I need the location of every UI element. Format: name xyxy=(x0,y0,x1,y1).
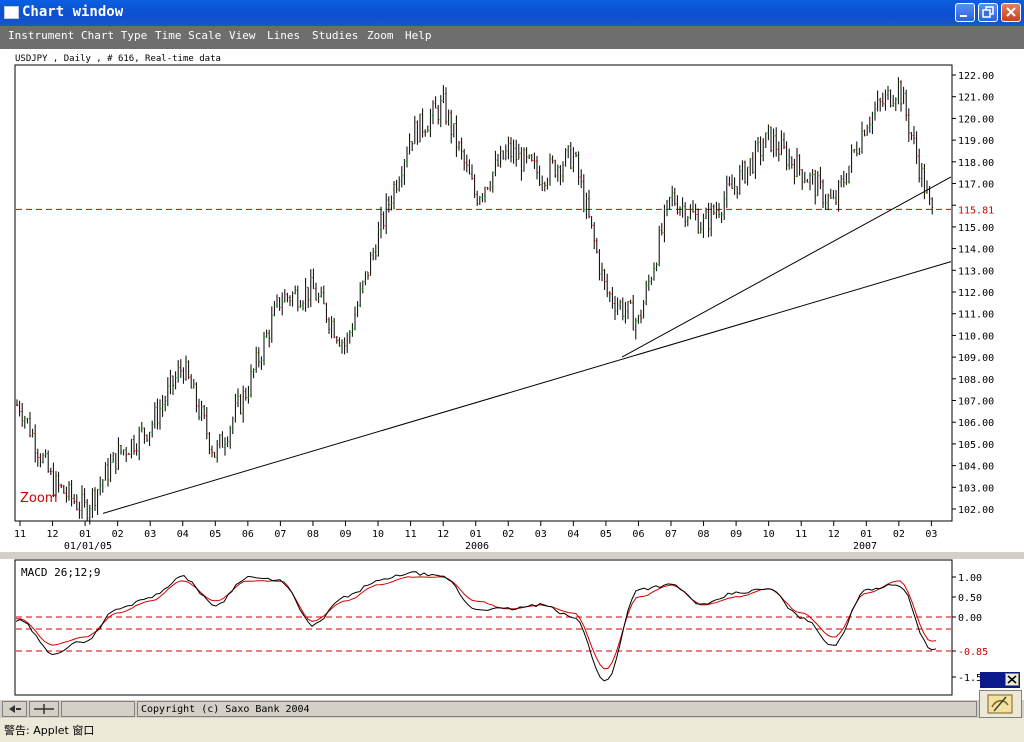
trendline-long xyxy=(102,261,952,514)
time-tick-label: 01 xyxy=(79,529,91,540)
time-tick-label: 07 xyxy=(665,529,677,540)
macd-signal-line xyxy=(15,576,937,670)
time-tick-label: 11 xyxy=(14,529,26,540)
time-tick-label: 06 xyxy=(632,529,644,540)
time-tick-label: 09 xyxy=(730,529,742,540)
price-tick-label: 113.00 xyxy=(958,266,994,277)
scroll-left-button[interactable] xyxy=(2,701,27,717)
time-tick-label: 12 xyxy=(828,529,840,540)
current-price-level: 115.81 xyxy=(16,205,994,216)
time-tick-label: 02 xyxy=(893,529,905,540)
time-tick-label: 12 xyxy=(437,529,449,540)
price-tick-label: 107.00 xyxy=(958,397,994,408)
current-price-label: 115.81 xyxy=(958,205,994,216)
price-tick-label: 110.00 xyxy=(958,331,994,342)
crosshair-button[interactable] xyxy=(29,701,59,717)
year-label: 2006 xyxy=(465,541,489,552)
price-tick-label: 120.00 xyxy=(958,114,994,125)
trendlines[interactable] xyxy=(102,176,952,514)
time-tick-label: 04 xyxy=(177,529,189,540)
macd-axis: 1.00 0.50 0.00 -0.85 -1.5 xyxy=(952,573,988,684)
time-tick-label: 10 xyxy=(763,529,775,540)
macd-tick-label: -0.85 xyxy=(958,647,988,658)
price-tick-label: 121.00 xyxy=(958,93,994,104)
price-tick-label: 106.00 xyxy=(958,418,994,429)
time-tick-label: 02 xyxy=(502,529,514,540)
macd-plot-frame[interactable] xyxy=(14,559,953,696)
price-tick-label: 122.00 xyxy=(958,71,994,82)
zoom-label[interactable]: Zoom xyxy=(20,491,57,506)
time-tick-label: 08 xyxy=(698,529,710,540)
time-tick-label: 07 xyxy=(274,529,286,540)
price-tick-label: 114.00 xyxy=(958,245,994,256)
year-label: 01/01/05 xyxy=(64,541,112,552)
price-tick-label: 108.00 xyxy=(958,375,994,386)
macd-lines xyxy=(15,571,937,682)
time-tick-label: 10 xyxy=(372,529,384,540)
status-bar: 警告: Applet 窗口 xyxy=(0,718,1024,742)
price-tick-label: 102.00 xyxy=(958,505,994,516)
trendline-short xyxy=(621,176,952,358)
price-tick-label: 119.00 xyxy=(958,136,994,147)
time-tick-label: 01 xyxy=(470,529,482,540)
applet-mini-bar xyxy=(980,672,1020,688)
time-tick-label: 01 xyxy=(860,529,872,540)
price-tick-label: 105.00 xyxy=(958,440,994,451)
time-tick-label: 02 xyxy=(112,529,124,540)
time-tick-label: 03 xyxy=(144,529,156,540)
macd-tick-label: 0.50 xyxy=(958,593,982,604)
time-tick-label: 06 xyxy=(242,529,254,540)
chart-svg: USDJPY , Daily , # 616, Real-time data 1… xyxy=(0,54,1024,696)
applet-close-icon[interactable] xyxy=(1005,673,1019,686)
price-tick-label: 118.00 xyxy=(958,158,994,169)
price-tick-label: 117.00 xyxy=(958,180,994,191)
price-plot-frame[interactable] xyxy=(14,64,953,522)
time-tick-label: 08 xyxy=(307,529,319,540)
macd-title: MACD 26;12;9 xyxy=(21,566,100,579)
price-tick-label: 104.00 xyxy=(958,462,994,473)
macd-tick-label: 1.00 xyxy=(958,573,982,584)
price-tick-label: 115.00 xyxy=(958,223,994,234)
time-tick-label: 03 xyxy=(925,529,937,540)
price-bars xyxy=(16,77,934,525)
java-logo-icon xyxy=(979,690,1022,718)
time-tick-label: 11 xyxy=(405,529,417,540)
time-tick-label: 03 xyxy=(535,529,547,540)
time-tick-label: 04 xyxy=(567,529,579,540)
macd-tick-label: -1.5 xyxy=(958,673,982,684)
time-tick-label: 11 xyxy=(795,529,807,540)
copyright-text: Copyright (c) Saxo Bank 2004 xyxy=(141,704,310,715)
price-tick-label: 109.00 xyxy=(958,353,994,364)
status-text: 警告: Applet 窗口 xyxy=(4,724,95,737)
time-axis: 11 12 01 02 03 04 05 06 07 08 09 10 11 12 01 02 03 04 05 06… xyxy=(14,521,937,552)
time-tick-label: 09 xyxy=(339,529,351,540)
price-tick-label: 103.00 xyxy=(958,483,994,494)
time-tick-label: 12 xyxy=(47,529,59,540)
time-tick-label: 05 xyxy=(209,529,221,540)
macd-tick-label: 0.00 xyxy=(958,613,982,624)
price-axis: 122.00 121.00 120.00 119.00 118.00 117.00 115.… xyxy=(952,71,994,516)
tool-slot[interactable] xyxy=(61,701,135,717)
price-tick-label: 111.00 xyxy=(958,310,994,321)
macd-line xyxy=(15,571,937,682)
year-label: 2007 xyxy=(853,541,877,552)
time-tick-label: 05 xyxy=(600,529,612,540)
chart-header: USDJPY , Daily , # 616, Real-time data xyxy=(15,54,221,64)
price-tick-label: 112.00 xyxy=(958,288,994,299)
pane-splitter[interactable] xyxy=(0,552,1024,559)
